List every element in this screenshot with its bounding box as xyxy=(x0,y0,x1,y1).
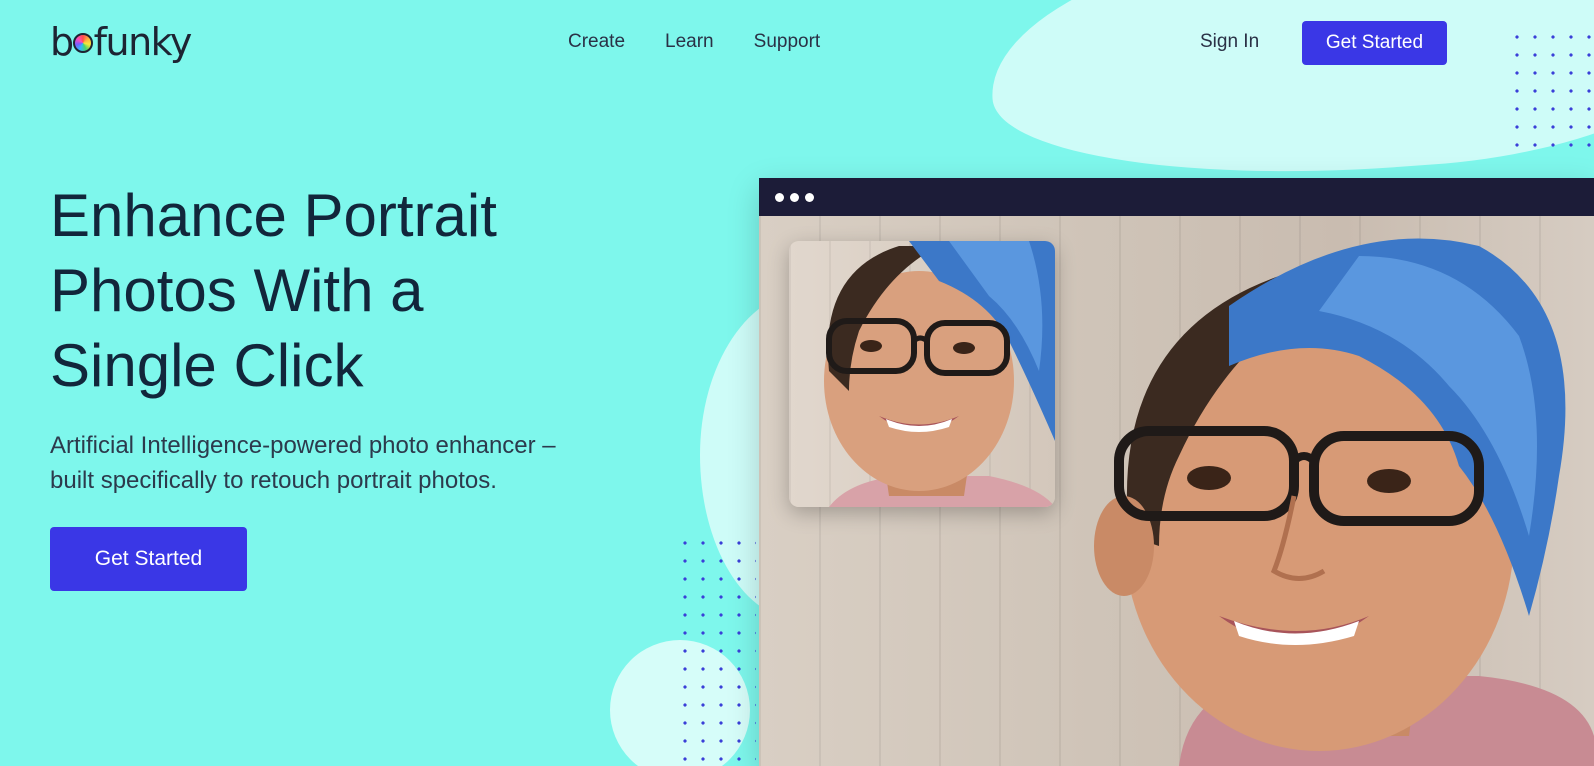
nav-item-support[interactable]: Support xyxy=(754,31,821,53)
logo-text-b: b xyxy=(50,20,74,64)
app-preview-window xyxy=(759,178,1594,766)
hero-title-line: Photos With a xyxy=(50,257,424,324)
window-title-bar xyxy=(759,178,1594,216)
hero-title-line: Enhance Portrait xyxy=(50,182,497,249)
header-get-started-button[interactable]: Get Started xyxy=(1302,21,1447,65)
hero-title: Enhance Portrait Photos With a Single Cl… xyxy=(50,178,650,403)
hero-subtitle-line: built specifically to retouch portrait p… xyxy=(50,467,497,494)
portrait-photo-original-thumbnail xyxy=(789,241,1055,507)
logo-text-rest: funky xyxy=(93,20,193,64)
window-dots-icon xyxy=(805,192,814,202)
hero-subtitle: Artificial Intelligence-powered photo en… xyxy=(50,428,630,498)
nav-item-create[interactable]: Create xyxy=(568,31,625,53)
window-dots-icon xyxy=(775,192,784,202)
logo-color-wheel-icon xyxy=(72,33,93,53)
hero-subtitle-line: Artificial Intelligence-powered photo en… xyxy=(50,432,556,459)
window-dots-icon xyxy=(790,192,799,202)
dot-pattern-left xyxy=(676,534,756,766)
main-nav: Create Learn Support xyxy=(568,31,820,53)
background-blob-top xyxy=(982,0,1594,195)
hero-title-line: Single Click xyxy=(50,332,364,399)
nav-item-learn[interactable]: Learn xyxy=(665,31,714,53)
dot-pattern-top xyxy=(1508,28,1594,148)
sign-in-link[interactable]: Sign In xyxy=(1200,31,1259,53)
befunky-logo[interactable]: b befunky funky xyxy=(50,14,193,64)
hero-get-started-button[interactable]: Get Started xyxy=(50,527,247,591)
